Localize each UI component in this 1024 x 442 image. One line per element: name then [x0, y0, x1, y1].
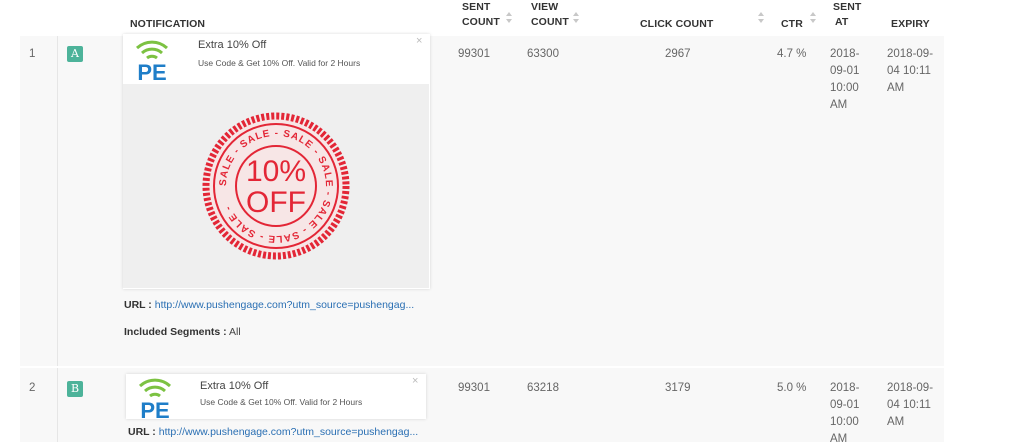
sent-at-line: 2018- [830, 48, 860, 60]
expiry-line: 04 10:11 [887, 65, 931, 77]
pushengage-logo-icon: PE [135, 40, 169, 82]
row-index: 1 [29, 48, 36, 60]
segments-label: Included Segments : [124, 326, 227, 338]
index-column [20, 36, 58, 366]
col-notification[interactable]: NOTIFICATION [130, 17, 205, 32]
sent-at: 2018- 09-01 10:00 AM [830, 46, 859, 114]
expiry-line: 04 10:11 [887, 399, 931, 411]
col-expiry[interactable]: EXPIRY [891, 17, 930, 32]
ctr-value: 4.7 % [777, 48, 807, 60]
included-segments: Included Segments : All [124, 326, 241, 338]
notification-url: URL : http://www.pushengage.com?utm_sour… [124, 299, 414, 311]
sent-at: 2018- 09-01 10:00 AM [830, 380, 859, 442]
sort-icon[interactable] [758, 11, 764, 25]
expiry-line: AM [887, 82, 905, 94]
col-sent-count[interactable]: SENT COUNT [462, 0, 500, 30]
stamp-line1: 10% [246, 155, 306, 188]
col-sent-at-line1: SENT [833, 1, 862, 13]
notification-title: Extra 10% Off [198, 39, 267, 51]
segments-value: All [229, 326, 241, 338]
ctr-value: 5.0 % [777, 382, 807, 394]
table-row[interactable]: 2 B PE Extra 10% Off Use Code & Get 10% … [20, 368, 944, 442]
sent-at-line: AM [830, 433, 848, 442]
notification-body: Use Code & Get 10% Off. Valid for 2 Hour… [198, 58, 361, 68]
variant-badge: B [67, 381, 83, 397]
logo-text: PE [140, 398, 169, 420]
col-sent-at-line2: AT [835, 16, 849, 28]
expiry: 2018-09- 04 10:11 AM [887, 46, 933, 97]
url-label: URL : [128, 426, 156, 438]
notification-body: Use Code & Get 10% Off. Valid for 2 Hour… [200, 397, 363, 407]
view-count: 63300 [527, 48, 559, 60]
pushengage-logo-icon: PE [138, 378, 172, 420]
url-label: URL : [124, 299, 152, 311]
col-click-count[interactable]: CLICK COUNT [640, 17, 713, 32]
sort-icon[interactable] [810, 11, 816, 25]
url-link[interactable]: http://www.pushengage.com?utm_source=pus… [159, 426, 418, 438]
logo-text: PE [137, 60, 166, 82]
expiry-line: AM [887, 416, 905, 428]
col-sent-count-line2: COUNT [462, 16, 500, 28]
col-sent-at[interactable]: SENT AT [833, 0, 861, 30]
index-column [20, 368, 58, 442]
sent-at-line: 10:00 [830, 82, 859, 94]
expiry: 2018-09- 04 10:11 AM [887, 380, 933, 431]
url-link[interactable]: http://www.pushengage.com?utm_source=pus… [155, 299, 414, 311]
notification-title: Extra 10% Off [200, 380, 269, 392]
sent-at-line: AM [830, 99, 848, 111]
sent-at-line: 2018- [830, 382, 860, 394]
expiry-line: 2018-09- [887, 48, 934, 60]
close-icon[interactable]: × [412, 375, 418, 387]
notification-preview[interactable]: PE Extra 10% Off Use Code & Get 10% Off.… [126, 374, 426, 420]
notifications-table: NOTIFICATION SENT COUNT VIEW COUNT CLICK… [20, 0, 944, 442]
notification-preview[interactable]: PE Extra 10% Off Use Code & Get 10% Off.… [123, 34, 430, 289]
stamp-line2: OFF [246, 186, 306, 219]
sent-count: 99301 [458, 382, 490, 394]
click-count: 3179 [665, 382, 691, 394]
sale-stamp-icon: SALE - SALE - SALE - SALE - SALE - SALE … [202, 112, 350, 260]
click-count: 2967 [665, 48, 691, 60]
col-view-count[interactable]: VIEW COUNT [531, 0, 569, 30]
sort-icon[interactable] [573, 11, 579, 25]
row-index: 2 [29, 382, 36, 394]
sent-at-line: 09-01 [830, 65, 860, 77]
table-row[interactable]: 1 A PE Extra 10% Off Use Code & Get 10% … [20, 34, 944, 366]
sent-count: 99301 [458, 48, 490, 60]
expiry-line: 2018-09- [887, 382, 934, 394]
col-view-count-line2: COUNT [531, 16, 569, 28]
col-ctr[interactable]: CTR [781, 17, 803, 32]
sent-at-line: 10:00 [830, 416, 859, 428]
sort-icon[interactable] [506, 11, 512, 25]
table-header: NOTIFICATION SENT COUNT VIEW COUNT CLICK… [20, 0, 944, 36]
variant-badge: A [67, 46, 83, 62]
sent-at-line: 09-01 [830, 399, 860, 411]
notification-image: SALE - SALE - SALE - SALE - SALE - SALE … [123, 84, 429, 288]
col-view-count-line1: VIEW [531, 1, 559, 13]
close-icon[interactable]: × [416, 35, 422, 47]
col-sent-count-line1: SENT [462, 1, 491, 13]
view-count: 63218 [527, 382, 559, 394]
notification-url: URL : http://www.pushengage.com?utm_sour… [128, 426, 418, 438]
